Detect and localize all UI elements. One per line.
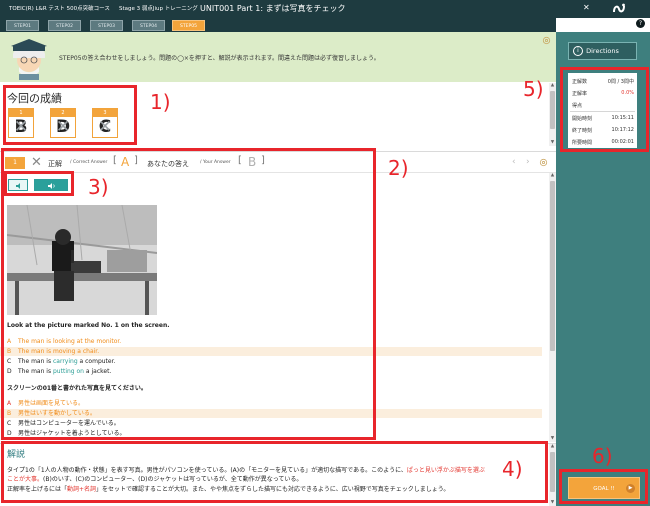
- scroll-down-icon[interactable]: ▼: [549, 140, 556, 146]
- annotation-box-5: [560, 67, 649, 152]
- tab-step05[interactable]: STEP05: [172, 20, 205, 31]
- question-scrollbar[interactable]: ▲ ▼: [549, 173, 556, 442]
- annotation-box-6: [559, 469, 648, 504]
- scroll-down-icon[interactable]: ▼: [549, 500, 556, 506]
- scroll-down-icon[interactable]: ▼: [549, 436, 556, 442]
- instruction-bar: STEP05の答え合わせをしましょう。問題の◯×を押すと、解説が表示されます。間…: [0, 32, 556, 82]
- scroll-thumb[interactable]: [550, 91, 555, 129]
- annotation-label-5: 5): [523, 77, 544, 101]
- annotation-label-6: 6): [592, 444, 613, 468]
- tab-step02[interactable]: STEP02: [48, 20, 81, 31]
- professor-avatar-icon: [11, 39, 47, 80]
- annotation-box-4: [1, 441, 548, 503]
- annotation-label-2: 2): [388, 156, 409, 180]
- info-icon: i: [573, 46, 583, 56]
- annotation-label-1: 1): [150, 90, 171, 114]
- scroll-up-icon[interactable]: ▲: [549, 173, 556, 179]
- annotation-box-3: [4, 171, 74, 196]
- annotation-label-3: 3): [88, 175, 109, 199]
- close-button[interactable]: ✕: [583, 3, 590, 12]
- unit-title: UNIT001 Part 1: まずは写真をチェック: [200, 4, 346, 13]
- logo-icon: [613, 3, 625, 13]
- score-scrollbar[interactable]: ▲ ▼: [549, 83, 556, 146]
- app-header: TOEIC(R) L&R テスト 500点突破コース Stage 3 弱点Jiu…: [0, 0, 650, 18]
- course-title: TOEIC(R) L&R テスト 500点突破コース: [9, 6, 110, 12]
- stage-title: Stage 3 弱点Jiup トレーニング: [119, 6, 198, 12]
- annotation-box-1: [3, 85, 137, 145]
- tab-step04[interactable]: STEP04: [132, 20, 165, 31]
- help-icon[interactable]: ?: [636, 19, 645, 28]
- explanation-scrollbar[interactable]: ▲ ▼: [549, 444, 556, 506]
- scroll-thumb[interactable]: [550, 452, 555, 492]
- scroll-up-icon[interactable]: ▲: [549, 83, 556, 89]
- step-tabs: STEP01 STEP02 STEP03 STEP04 STEP05: [0, 18, 556, 32]
- scroll-up-icon[interactable]: ▲: [549, 444, 556, 450]
- tab-step03[interactable]: STEP03: [90, 20, 123, 31]
- instruction-text: STEP05の答え合わせをしましょう。問題の◯×を押すと、解説が表示されます。間…: [59, 55, 380, 62]
- directions-label: Directions: [586, 47, 619, 55]
- directions-button[interactable]: i Directions: [568, 42, 637, 60]
- tab-step01[interactable]: STEP01: [6, 20, 39, 31]
- settings-gear-icon[interactable]: [539, 158, 548, 167]
- scroll-thumb[interactable]: [550, 181, 555, 351]
- prev-arrow-icon[interactable]: ‹: [512, 157, 516, 167]
- annotation-label-4: 4): [502, 457, 523, 481]
- next-arrow-icon[interactable]: ›: [526, 157, 530, 167]
- settings-gear-icon[interactable]: [542, 36, 551, 45]
